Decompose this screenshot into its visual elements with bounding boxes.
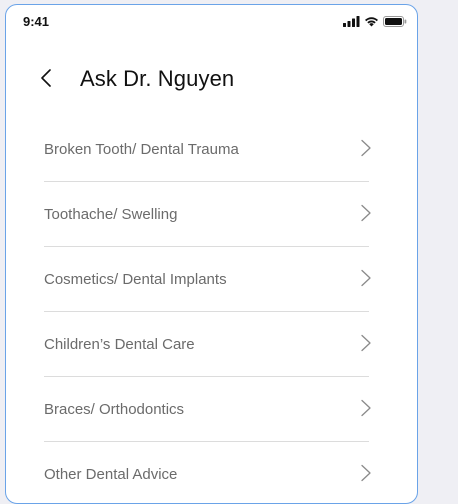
list-item-broken-tooth[interactable]: Broken Tooth/ Dental Trauma <box>44 117 371 182</box>
list-item-label: Broken Tooth/ Dental Trauma <box>44 141 239 158</box>
chevron-right-icon <box>361 464 371 482</box>
chevron-right-icon <box>361 269 371 287</box>
topic-list: Broken Tooth/ Dental Trauma Toothache/ S… <box>44 117 371 503</box>
list-item-cosmetics[interactable]: Cosmetics/ Dental Implants <box>44 247 371 312</box>
list-item-braces[interactable]: Braces/ Orthodontics <box>44 377 371 442</box>
list-item-label: Braces/ Orthodontics <box>44 401 185 418</box>
list-item-other-advice[interactable]: Other Dental Advice <box>44 442 371 503</box>
phone-screen: 9:41 Ask Dr. Nguyen Broken Tooth/ Dental… <box>5 4 418 504</box>
list-item-toothache[interactable]: Toothache/ Swelling <box>44 182 371 247</box>
list-item-label: Other Dental Advice <box>44 466 178 483</box>
status-bar: 9:41 <box>6 5 417 37</box>
chevron-left-icon <box>41 69 51 87</box>
status-time: 9:41 <box>23 14 50 29</box>
list-item-label: Toothache/ Swelling <box>44 206 178 223</box>
list-item-label: Cosmetics/ Dental Implants <box>44 271 227 288</box>
list-item-childrens-care[interactable]: Children’s Dental Care <box>44 312 371 377</box>
wifi-icon <box>365 17 378 27</box>
chevron-right-icon <box>361 139 371 157</box>
list-item-label: Children’s Dental Care <box>44 336 195 353</box>
back-button[interactable] <box>34 66 58 90</box>
header: Ask Dr. Nguyen <box>6 60 417 104</box>
chevron-right-icon <box>361 204 371 222</box>
status-icons <box>343 16 407 27</box>
chevron-right-icon <box>361 334 371 352</box>
signal-icon <box>343 16 360 27</box>
battery-icon <box>383 16 407 27</box>
page-title: Ask Dr. Nguyen <box>80 66 235 91</box>
chevron-right-icon <box>361 399 371 417</box>
